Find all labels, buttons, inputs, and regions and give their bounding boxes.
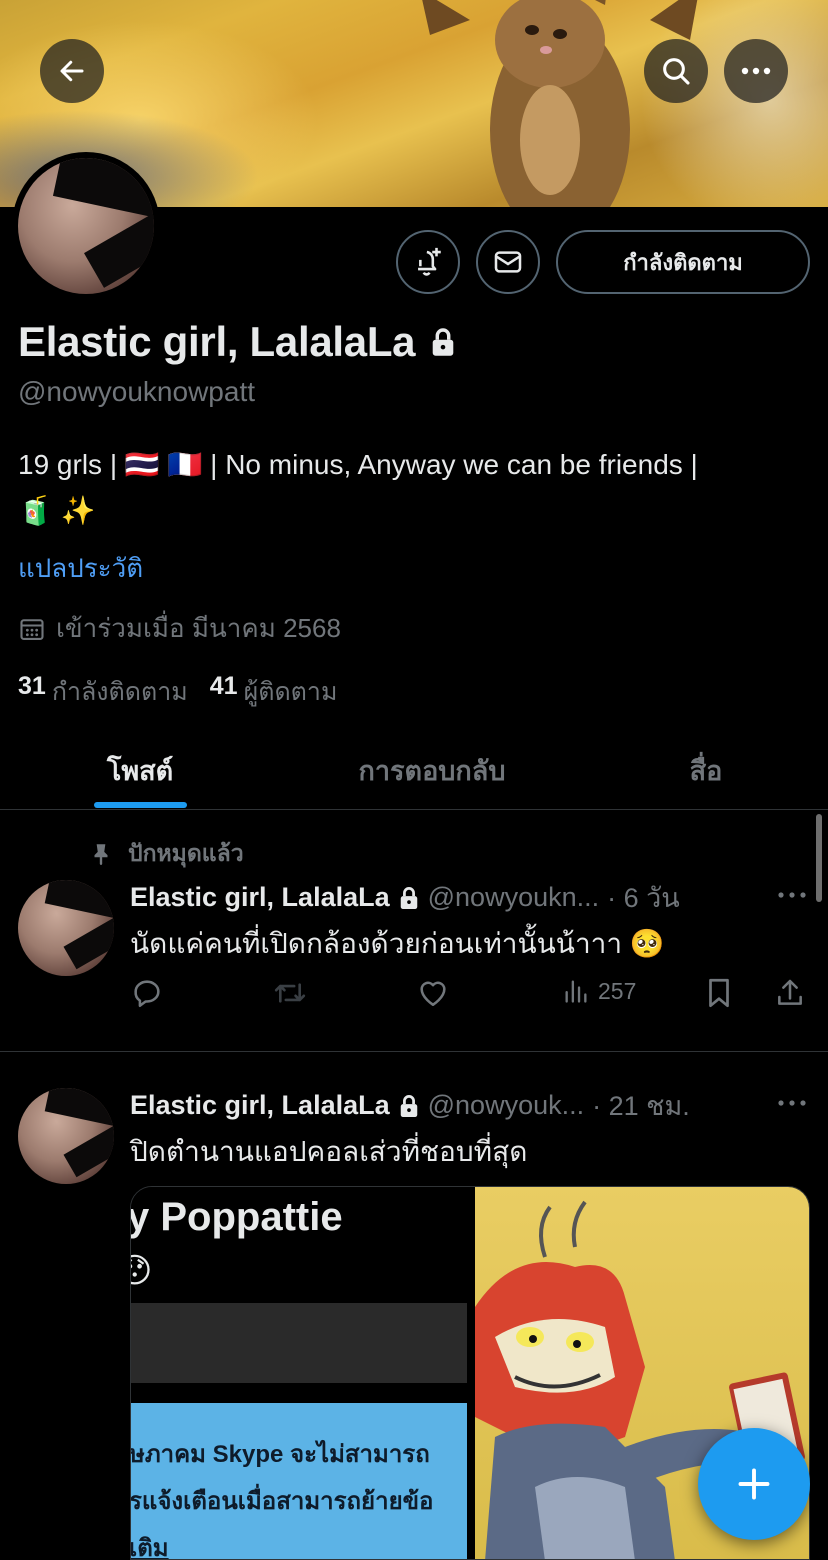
followers-count-link[interactable]: 41 ผู้ติดตาม (210, 672, 338, 712)
tweet-divider (0, 1051, 828, 1052)
following-label: กำลังติดตาม (51, 678, 188, 706)
screenshot-line: ษภาคม Skype จะไม่สามารถ (131, 1441, 430, 1468)
tweet-author-handle[interactable]: @nowyoukn... (428, 882, 600, 913)
avatar-image (18, 158, 154, 294)
share-icon (778, 979, 802, 1005)
lock-icon (400, 1094, 417, 1117)
like-button[interactable] (416, 976, 450, 1008)
tweet-author-name[interactable]: Elastic girl, LalalaLa (130, 882, 390, 913)
display-name: Elastic girl, LalalaLa (18, 318, 416, 365)
pin-icon (94, 844, 108, 865)
screenshot-line: เติม (131, 1535, 169, 1560)
message-button[interactable] (476, 230, 540, 294)
banner-cat-painting (422, 0, 698, 207)
screenshot-line: รแจ้งเตือนเมื่อสามารถย้ายข้อ (131, 1488, 434, 1515)
pinned-label: ปักหมุดแล้ว (128, 840, 244, 866)
profile-handle: @nowyouknowpatt (18, 376, 256, 407)
back-button[interactable] (40, 39, 104, 103)
tweet-text: ปิดตำนานแอปคอลเส่วที่ชอบที่สุด (130, 1136, 528, 1167)
tweet-author-handle[interactable]: @nowyouk... (428, 1090, 584, 1121)
tab-posts[interactable]: โพสต์ (40, 730, 240, 810)
followers-label: ผู้ติดตาม (243, 678, 338, 706)
profile-tabs: โพสต์ การตอบกลับ สื่อ (0, 730, 828, 810)
pinned-indicator: ปักหมุดแล้ว (88, 836, 244, 872)
calendar-icon (20, 618, 44, 640)
more-icon (741, 67, 771, 75)
lock-icon (400, 886, 417, 909)
bookmark-icon (709, 978, 729, 1008)
tweet-header: Elastic girl, LalalaLa @nowyouk... · 21 … (130, 1084, 690, 1127)
profile-bio: 19 grls | 🇹🇭 🇫🇷 | No minus, Anyway we ca… (18, 442, 808, 534)
share-button[interactable] (774, 976, 806, 1010)
more-icon (778, 1100, 806, 1106)
views-button[interactable]: 257 (562, 976, 636, 1006)
retweet-button[interactable] (272, 976, 308, 1010)
scrollbar[interactable] (816, 814, 822, 902)
mail-icon (494, 251, 522, 273)
tweet-time[interactable]: · 6 วัน (607, 876, 680, 919)
reply-button[interactable] (130, 976, 164, 1010)
followers-count: 41 (209, 672, 238, 700)
tweet-actions: 257 (0, 976, 828, 1016)
profile-name-row: Elastic girl, LalalaLa (18, 318, 457, 366)
screenshot-bar (131, 1303, 467, 1383)
tweet-author-name[interactable]: Elastic girl, LalalaLa (130, 1090, 390, 1121)
reply-icon (134, 980, 160, 1008)
like-icon (420, 981, 446, 1007)
translate-bio-link[interactable]: แปลประวัติ (18, 548, 143, 589)
compose-plus-icon (738, 1468, 770, 1500)
joined-text: เข้าร่วมเมื่อ มีนาคม 2568 (56, 613, 341, 643)
bookmark-button[interactable] (704, 976, 734, 1010)
views-icon (565, 980, 587, 1003)
following-count: 31 (18, 672, 46, 700)
search-button[interactable] (644, 39, 708, 103)
views-count: 257 (598, 977, 637, 1004)
tab-replies[interactable]: การตอบกลับ (300, 730, 564, 810)
following-button[interactable]: กำลังติดตาม (556, 230, 810, 294)
tweet-avatar[interactable] (18, 1088, 114, 1184)
profile-avatar[interactable] (12, 152, 160, 300)
screenshot-notice: ษภาคม Skype จะไม่สามารถ รแจ้งเตือนเมื่อส… (131, 1403, 467, 1560)
bio-line: 19 grls | 🇹🇭 🇫🇷 | No minus, Anyway we ca… (18, 449, 698, 480)
media-image-screenshot[interactable]: y Poppattie 😯 ษภาคม Skype จะไม่สามารถ รแ… (131, 1187, 473, 1560)
notify-button[interactable] (396, 230, 460, 294)
bio-line: 🧃 ✨ (18, 495, 96, 526)
active-tab-indicator (94, 802, 187, 808)
tweet-time[interactable]: · 21 ชม. (592, 1084, 690, 1127)
tweet-more-button[interactable] (770, 1088, 814, 1118)
more-icon (778, 892, 806, 898)
tweet-header: Elastic girl, LalalaLa @nowyoukn... · 6 … (130, 876, 680, 919)
follow-stats: 31 กำลังติดตาม 41 ผู้ติดตาม (18, 672, 337, 712)
screenshot-emoji: 😯 (131, 1251, 152, 1291)
back-arrow-icon (60, 60, 84, 82)
compose-button[interactable] (698, 1428, 810, 1540)
joined-date: เข้าร่วมเมื่อ มีนาคม 2568 (18, 608, 341, 649)
retweet-icon (274, 983, 306, 1003)
notification-bell-plus-icon (418, 247, 441, 276)
tweet-avatar[interactable] (18, 880, 114, 976)
screenshot-title: y Poppattie (131, 1195, 343, 1239)
tab-media[interactable]: สื่อ (640, 730, 772, 810)
more-options-button[interactable] (724, 39, 788, 103)
tweet-more-button[interactable] (770, 880, 814, 910)
search-icon (663, 58, 690, 85)
tweet-text: นัดแค่คนที่เปิดกล้องด้วยก่อนเท่านั้นน้าา… (130, 928, 665, 959)
following-count-link[interactable]: 31 กำลังติดตาม (18, 672, 188, 712)
lock-icon (432, 328, 454, 356)
